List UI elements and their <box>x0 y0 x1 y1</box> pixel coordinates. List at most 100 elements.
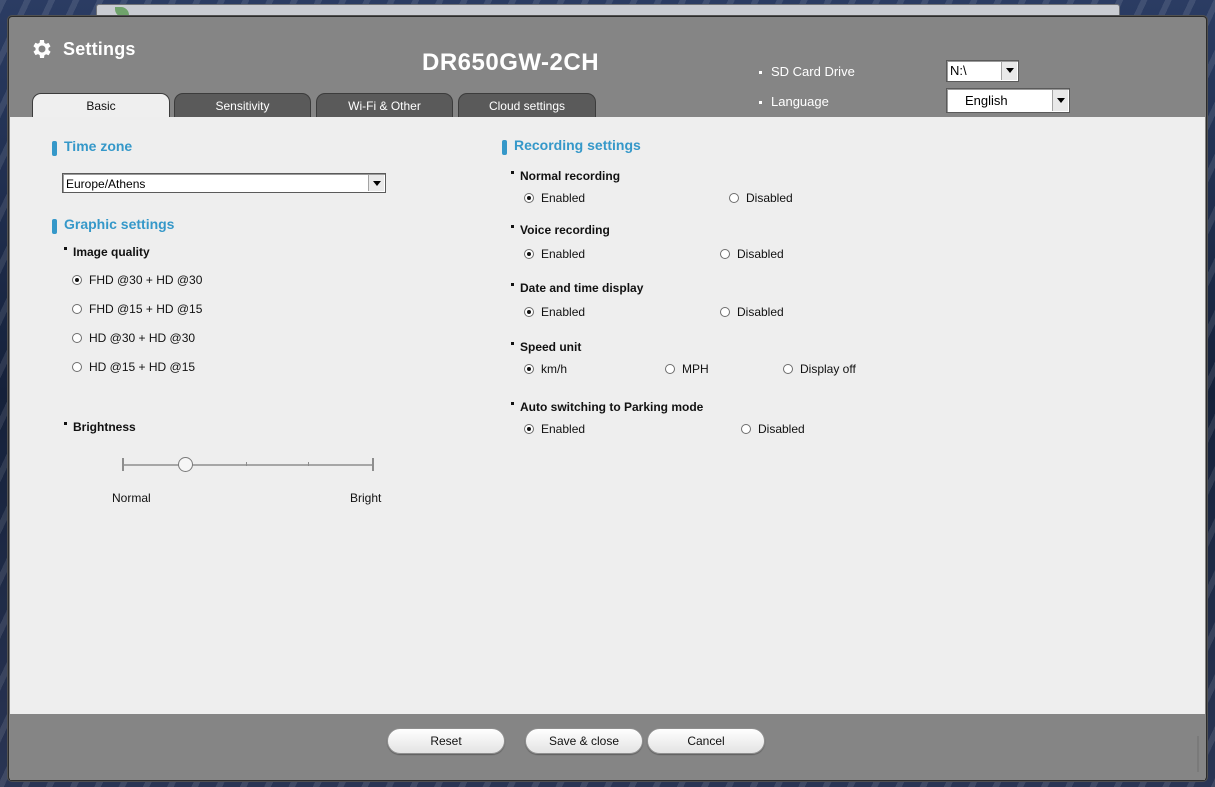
slider-thumb[interactable] <box>178 457 193 472</box>
option-label: Enabled <box>541 305 586 319</box>
time-zone-title-text: Time zone <box>64 138 133 154</box>
bullet-icon <box>511 225 514 228</box>
time-zone-title: Time zone <box>52 138 133 156</box>
normal-recording-enabled[interactable]: Enabled <box>524 191 585 205</box>
brightness-label: Brightness <box>64 420 136 434</box>
voice-recording-enabled[interactable]: Enabled <box>524 247 585 261</box>
brightness-max-label: Bright <box>350 491 382 505</box>
brightness-min-label: Normal <box>112 491 151 505</box>
section-bar-icon <box>52 141 57 156</box>
option-label: Display off <box>800 362 856 376</box>
radio-icon[interactable] <box>72 333 82 343</box>
radio-icon[interactable] <box>72 304 82 314</box>
sd-card-select[interactable]: N:\ <box>946 60 1019 82</box>
language-label: Language <box>771 94 829 109</box>
basic-settings-panel: Time zone Europe/Athens Graphic settings… <box>10 117 1205 714</box>
option-label: MPH <box>682 362 709 376</box>
quality-option-fhd30[interactable]: FHD @30 + HD @30 <box>72 273 202 287</box>
window-header: Settings DR650GW-2CH SD Card Drive N:\ L… <box>9 17 1206 118</box>
tab-sensitivity[interactable]: Sensitivity <box>174 93 311 118</box>
chevron-down-icon[interactable] <box>1001 62 1017 80</box>
normal-recording-disabled[interactable]: Disabled <box>729 191 793 205</box>
radio-icon[interactable] <box>72 362 82 372</box>
chevron-down-icon[interactable] <box>368 175 384 191</box>
date-time-disabled[interactable]: Disabled <box>720 305 784 319</box>
slider-end-tick <box>122 458 124 471</box>
radio-icon[interactable] <box>665 364 675 374</box>
quality-option-hd15[interactable]: HD @15 + HD @15 <box>72 360 195 374</box>
bullet-icon <box>759 71 762 75</box>
date-time-enabled[interactable]: Enabled <box>524 305 585 319</box>
radio-icon[interactable] <box>720 249 730 259</box>
radio-icon[interactable] <box>720 307 730 317</box>
sd-card-value: N:\ <box>950 63 967 78</box>
quality-option-label: FHD @15 + HD @15 <box>89 302 203 316</box>
radio-icon[interactable] <box>524 424 534 434</box>
save-close-button[interactable]: Save & close <box>525 728 643 754</box>
slider-tick <box>308 462 309 466</box>
tab-wifi-other[interactable]: Wi-Fi & Other <box>316 93 453 118</box>
recording-settings-title: Recording settings <box>502 137 641 155</box>
radio-icon[interactable] <box>524 364 534 374</box>
date-time-display-label: Date and time display <box>511 281 644 295</box>
tab-basic[interactable]: Basic <box>32 93 170 118</box>
device-model: DR650GW-2CH <box>422 49 600 76</box>
section-bar-icon <box>52 219 57 234</box>
resize-grip[interactable] <box>1197 736 1199 772</box>
footer-bar: Reset Save & close Cancel <box>10 714 1205 780</box>
time-zone-select[interactable]: Europe/Athens <box>62 173 386 193</box>
image-quality-label-text: Image quality <box>73 245 150 259</box>
settings-window: Settings DR650GW-2CH SD Card Drive N:\ L… <box>8 16 1207 781</box>
tab-cloud-settings[interactable]: Cloud settings <box>458 93 596 118</box>
parking-mode-enabled[interactable]: Enabled <box>524 422 585 436</box>
option-label: Disabled <box>737 305 784 319</box>
date-time-display-label-text: Date and time display <box>520 281 644 295</box>
speed-unit-kmh[interactable]: km/h <box>524 362 567 376</box>
language-value: English <box>965 93 1008 108</box>
parking-mode-label: Auto switching to Parking mode <box>511 400 704 414</box>
bullet-icon <box>511 402 514 405</box>
option-label: Enabled <box>541 247 586 261</box>
sd-card-label: SD Card Drive <box>771 64 855 79</box>
speed-unit-label-text: Speed unit <box>520 340 582 354</box>
radio-icon[interactable] <box>524 307 534 317</box>
reset-button[interactable]: Reset <box>387 728 505 754</box>
section-bar-icon <box>502 140 507 155</box>
bullet-icon <box>64 422 67 425</box>
quality-option-hd30[interactable]: HD @30 + HD @30 <box>72 331 195 345</box>
time-zone-value: Europe/Athens <box>66 177 146 191</box>
quality-option-fhd15[interactable]: FHD @15 + HD @15 <box>72 302 202 316</box>
slider-end-tick <box>372 458 374 471</box>
option-label: Enabled <box>541 191 586 205</box>
language-select[interactable]: English <box>946 88 1070 113</box>
bullet-icon <box>511 283 514 286</box>
cancel-button[interactable]: Cancel <box>647 728 765 754</box>
bullet-icon <box>759 101 762 105</box>
slider-tick <box>246 462 247 466</box>
radio-icon[interactable] <box>783 364 793 374</box>
speed-unit-off[interactable]: Display off <box>783 362 856 376</box>
option-label: Disabled <box>758 422 805 436</box>
radio-icon[interactable] <box>524 193 534 203</box>
radio-icon[interactable] <box>524 249 534 259</box>
window-title: Settings <box>63 39 136 59</box>
option-label: Disabled <box>737 247 784 261</box>
bullet-icon <box>64 247 67 250</box>
voice-recording-label-text: Voice recording <box>520 223 610 237</box>
graphic-settings-title-text: Graphic settings <box>64 216 175 232</box>
parking-mode-label-text: Auto switching to Parking mode <box>520 400 704 414</box>
parking-mode-disabled[interactable]: Disabled <box>741 422 805 436</box>
chevron-down-icon[interactable] <box>1052 90 1068 111</box>
speed-unit-mph[interactable]: MPH <box>665 362 709 376</box>
quality-option-label: HD @30 + HD @30 <box>89 331 196 345</box>
radio-icon[interactable] <box>729 193 739 203</box>
bullet-icon <box>511 342 514 345</box>
radio-icon[interactable] <box>741 424 751 434</box>
radio-icon[interactable] <box>72 275 82 285</box>
graphic-settings-title: Graphic settings <box>52 216 175 234</box>
quality-option-label: HD @15 + HD @15 <box>89 360 196 374</box>
brightness-slider[interactable] <box>122 455 374 475</box>
bullet-icon <box>511 171 514 174</box>
language-row: Language <box>759 94 829 109</box>
voice-recording-disabled[interactable]: Disabled <box>720 247 784 261</box>
